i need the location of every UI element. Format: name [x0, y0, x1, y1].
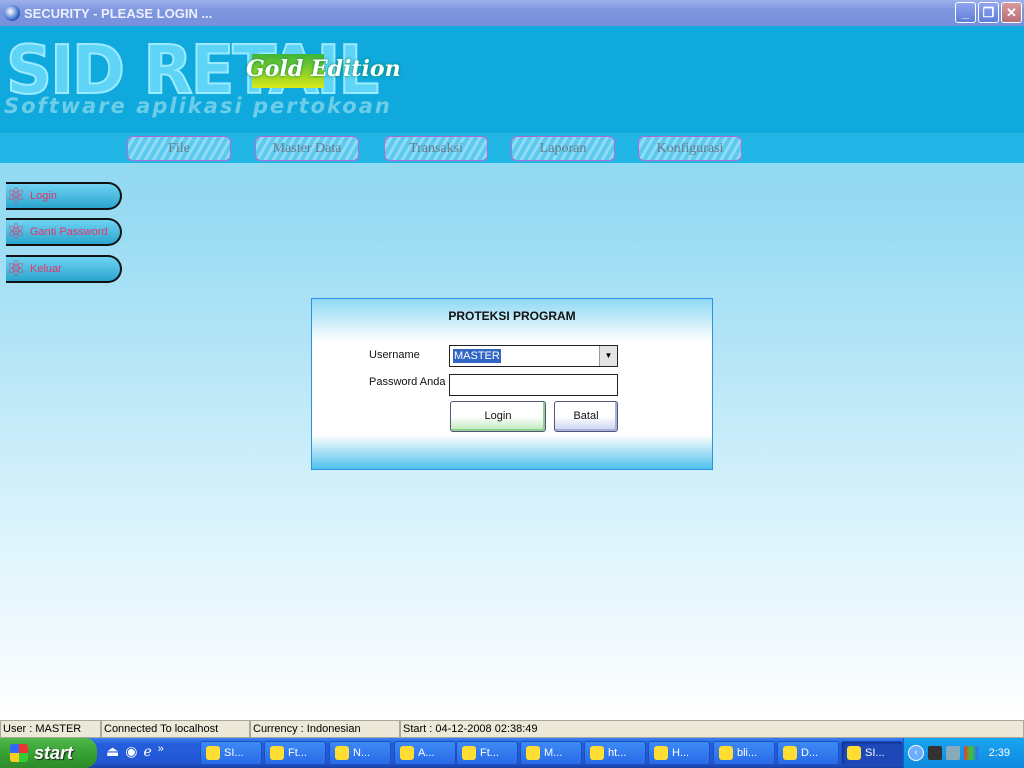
task-label: SI... [865, 747, 885, 759]
menu-transaksi[interactable]: Transaksi [384, 136, 488, 161]
app-tray-icon[interactable] [964, 746, 978, 760]
start-button[interactable]: start [0, 738, 97, 768]
opera-icon [590, 746, 604, 760]
atom-icon: ⚛ [6, 256, 26, 281]
cancel-button[interactable]: Batal [554, 401, 618, 432]
ftp-icon [783, 746, 797, 760]
task-label: Ft... [480, 747, 499, 759]
m-icon [526, 746, 540, 760]
system-tray: ‹ 2:39 [903, 738, 1024, 768]
menu-file[interactable]: File [127, 136, 231, 161]
atom-icon: ⚛ [6, 219, 26, 244]
taskbar-button[interactable]: H... [648, 741, 710, 765]
sidebar-item-label: Keluar [30, 263, 62, 275]
taskbar-button[interactable]: A... [394, 741, 456, 765]
taskbar: start ⏏ ◉ ℯ » SI... Ft... N... A... Ft... M..… [0, 738, 1024, 768]
clock[interactable]: 2:39 [989, 747, 1010, 759]
username-label: Username [369, 349, 420, 361]
sidebar-item-login[interactable]: ⚛ Login [6, 182, 122, 210]
ie-icon[interactable]: ℯ [143, 743, 151, 760]
taskbar-button[interactable]: bli... [713, 741, 775, 765]
task-label: H... [672, 747, 690, 759]
chrome-icon [654, 746, 668, 760]
atom-icon: ⚛ [6, 183, 26, 208]
task-label: SI... [224, 747, 244, 759]
zip-icon [719, 746, 733, 760]
dialog-title: PROTEKSI PROGRAM [448, 309, 576, 323]
task-label: D... [801, 747, 819, 759]
status-currency: Currency : Indonesian [250, 720, 400, 738]
task-label: N... [353, 747, 371, 759]
chrome-icon[interactable]: ◉ [125, 743, 137, 760]
taskbar-button[interactable]: ht... [584, 741, 646, 765]
login-dialog: PROTEKSI PROGRAM Username MASTER ▼ Passw… [311, 298, 713, 470]
task-label: M... [544, 747, 563, 759]
status-user: User : MASTER [0, 720, 101, 738]
username-select[interactable]: MASTER ▼ [449, 345, 618, 367]
restore-button[interactable]: ❐ [978, 2, 999, 23]
taskbar-button[interactable]: D... [777, 741, 839, 765]
ftp-icon [462, 746, 476, 760]
quicklaunch-more[interactable]: » [158, 743, 164, 760]
dropdown-arrow-icon[interactable]: ▼ [599, 346, 617, 366]
sidebar-item-label: Ganti Password [30, 226, 108, 238]
taskbar-button[interactable]: N... [329, 741, 391, 765]
task-label: ht... [608, 747, 627, 759]
sidebar-item-label: Login [30, 190, 57, 202]
menu-konfigurasi[interactable]: Konfigurasi [638, 136, 742, 161]
status-start-time: Start : 04-12-2008 02:38:49 [400, 720, 1024, 738]
taskbar-button[interactable]: Ft... [456, 741, 518, 765]
ftp-icon [270, 746, 284, 760]
taskbar-button[interactable]: SI... [200, 741, 262, 765]
sidebar-item-keluar[interactable]: ⚛ Keluar [6, 255, 122, 283]
password-input[interactable] [449, 374, 618, 396]
edition-label: Gold Edition [246, 56, 401, 82]
tagline: Software aplikasi pertokoan [4, 94, 392, 118]
sidebar-item-ganti-password[interactable]: ⚛ Ganti Password [6, 218, 122, 246]
login-button[interactable]: Login [450, 401, 546, 432]
minimize-button[interactable]: _ [955, 2, 976, 23]
task-label: Ft... [288, 747, 307, 759]
chevron-left-icon[interactable]: ‹ [908, 745, 924, 761]
menu-laporan[interactable]: Laporan [511, 136, 615, 161]
sid-icon [847, 746, 861, 760]
app-icon [400, 746, 414, 760]
taskbar-button[interactable]: Ft... [264, 741, 326, 765]
network-icon[interactable] [946, 746, 960, 760]
password-label: Password Anda [369, 376, 446, 388]
traffic-light-icon[interactable] [928, 746, 942, 760]
windows-flag-icon [10, 744, 28, 762]
quick-launch: ⏏ ◉ ℯ » [106, 743, 164, 760]
app-window: SID RETAIL Gold Edition Software aplikas… [0, 26, 1024, 720]
folder-icon [206, 746, 220, 760]
app-icon [4, 5, 20, 21]
status-bar: User : MASTER Connected To localhost Cur… [0, 720, 1024, 738]
shortcut-icon[interactable]: ⏏ [106, 743, 119, 760]
task-label: bli... [737, 747, 758, 759]
header-banner: SID RETAIL Gold Edition Software aplikas… [0, 26, 1024, 133]
status-connection: Connected To localhost [101, 720, 250, 738]
title-bar: SECURITY - PLEASE LOGIN ... _ ❐ ✕ [0, 0, 1024, 26]
hs-icon [335, 746, 349, 760]
task-label: A... [418, 747, 435, 759]
close-button[interactable]: ✕ [1001, 2, 1022, 23]
taskbar-button[interactable]: M... [520, 741, 582, 765]
taskbar-button[interactable]: SI... [841, 741, 903, 765]
window-title: SECURITY - PLEASE LOGIN ... [24, 5, 213, 21]
username-value: MASTER [453, 349, 501, 363]
menu-master-data[interactable]: Master Data [255, 136, 359, 161]
menu-bar: File Master Data Transaksi Laporan Konfi… [0, 133, 1024, 163]
start-label: start [34, 742, 74, 763]
